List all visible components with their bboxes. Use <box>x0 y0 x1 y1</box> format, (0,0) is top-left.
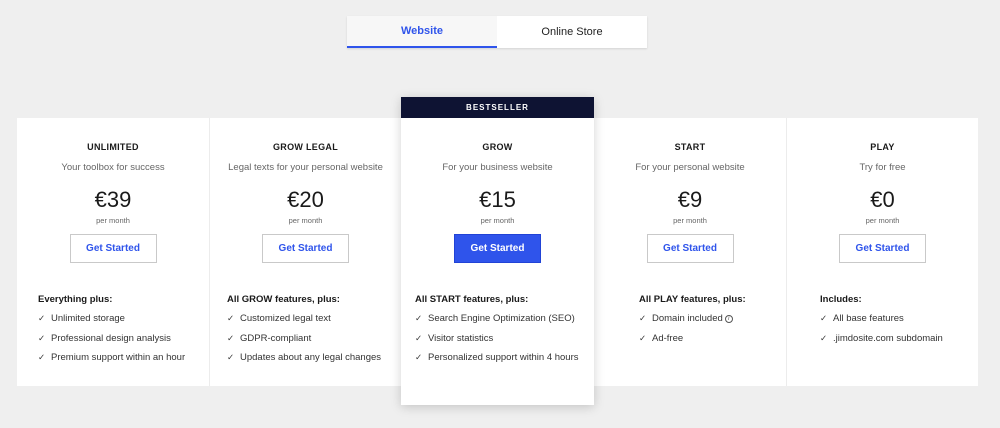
plan-subtitle: Try for free <box>859 162 906 173</box>
feature-item: ✓ All base features <box>820 313 904 324</box>
feature-item: ✓ Professional design analysis <box>38 332 171 344</box>
plan-name: GROW LEGAL <box>273 142 338 152</box>
plan-card-unlimited: UNLIMITED Your toolbox for success €39 p… <box>17 118 209 386</box>
plan-price: €39 <box>94 187 132 212</box>
feature-item: ✓ Visitor statistics <box>415 332 494 344</box>
plan-price: €0 <box>870 187 895 212</box>
feature-item: ✓ GDPR-compliant <box>227 332 312 344</box>
check-icon: ✓ <box>415 332 423 343</box>
feature-item: ✓ Search Engine Optimization (SEO) <box>415 313 575 324</box>
feature-item: ✓ .jimdosite.com subdomain <box>820 332 943 344</box>
features-heading: Includes: <box>820 294 862 305</box>
plan-period: per month <box>673 216 707 225</box>
tab-website[interactable]: Website <box>347 16 497 48</box>
plan-price: €15 <box>479 187 516 212</box>
feature-item: ✓ Updates about any legal changes <box>227 352 382 363</box>
plan-name: START <box>674 142 706 152</box>
plan-features: All GROW features, plus: ✓ Customized leg… <box>227 294 381 372</box>
check-icon: ✓ <box>820 332 828 343</box>
feature-item: ✓ Personalized support within 4 hours <box>415 352 579 363</box>
check-icon: ✓ <box>227 313 235 323</box>
plan-subtitle: For your personal website <box>635 162 745 173</box>
plan-price: €9 <box>677 187 703 212</box>
features-heading: All PLAY features, plus: <box>639 294 746 305</box>
get-started-button-grow-legal[interactable]: Get Started <box>262 234 349 263</box>
check-icon: ✓ <box>415 352 423 362</box>
check-icon: ✓ <box>227 352 235 362</box>
plan-card-start: START For your personal website €9 per m… <box>594 118 786 386</box>
plan-features: All PLAY features, plus: ✓ Domain include… <box>639 294 746 352</box>
tab-online-store[interactable]: Online Store <box>497 16 647 48</box>
plan-type-tabs: Website Online Store <box>347 16 647 48</box>
feature-item: ✓ Customized legal text <box>227 313 331 324</box>
plan-price: €20 <box>287 187 324 212</box>
plan-card-play: PLAY Try for free €0 per month Get Start… <box>786 118 978 386</box>
feature-item: ✓ Premium support within an hour <box>38 352 186 363</box>
features-heading: Everything plus: <box>38 294 113 305</box>
check-icon: ✓ <box>639 313 647 323</box>
check-icon: ✓ <box>38 313 46 323</box>
feature-item: ✓ Domain included i <box>639 313 746 333</box>
pricing-cards: UNLIMITED Your toolbox for success €39 p… <box>17 97 978 405</box>
plan-name: GROW <box>482 142 513 152</box>
plan-period: per month <box>96 216 130 225</box>
get-started-button-play[interactable]: Get Started <box>839 234 926 263</box>
plan-subtitle: Your toolbox for success <box>61 162 165 173</box>
get-started-button-grow[interactable]: Get Started <box>454 234 541 263</box>
plan-card-grow-legal: GROW LEGAL Legal texts for your personal… <box>209 118 401 386</box>
check-icon: ✓ <box>639 332 647 343</box>
check-icon: ✓ <box>38 352 46 362</box>
features-heading: All START features, plus: <box>415 294 529 305</box>
plan-features: All START features, plus: ✓ Search Engine… <box>415 294 579 372</box>
feature-item: ✓ Unlimited storage <box>38 313 125 324</box>
plan-period: per month <box>865 216 900 225</box>
feature-item: ✓ Ad-free <box>639 332 684 344</box>
bestseller-badge: BESTSELLER <box>401 97 594 118</box>
plan-card-grow: BESTSELLER GROW For your business websit… <box>401 97 594 405</box>
plan-features: Includes: ✓ All base features ✓ .jimdosite… <box>820 294 943 352</box>
plan-name: PLAY <box>870 142 895 152</box>
plan-period: per month <box>480 216 515 225</box>
get-started-button-start[interactable]: Get Started <box>646 234 734 263</box>
plan-subtitle: For your business website <box>442 162 553 173</box>
check-icon: ✓ <box>820 313 828 323</box>
check-icon: ✓ <box>415 313 423 323</box>
plan-features: Everything plus: ✓ Unlimited storage ✓ Pro… <box>38 294 185 372</box>
features-heading: All GROW features, plus: <box>227 294 340 305</box>
plan-subtitle: Legal texts for your personal website <box>228 162 383 173</box>
get-started-button-unlimited[interactable]: Get Started <box>69 234 157 263</box>
info-icon[interactable]: i <box>724 315 733 323</box>
plan-period: per month <box>288 216 323 225</box>
check-icon: ✓ <box>227 332 235 343</box>
plan-name: UNLIMITED <box>87 142 139 152</box>
check-icon: ✓ <box>38 332 46 343</box>
